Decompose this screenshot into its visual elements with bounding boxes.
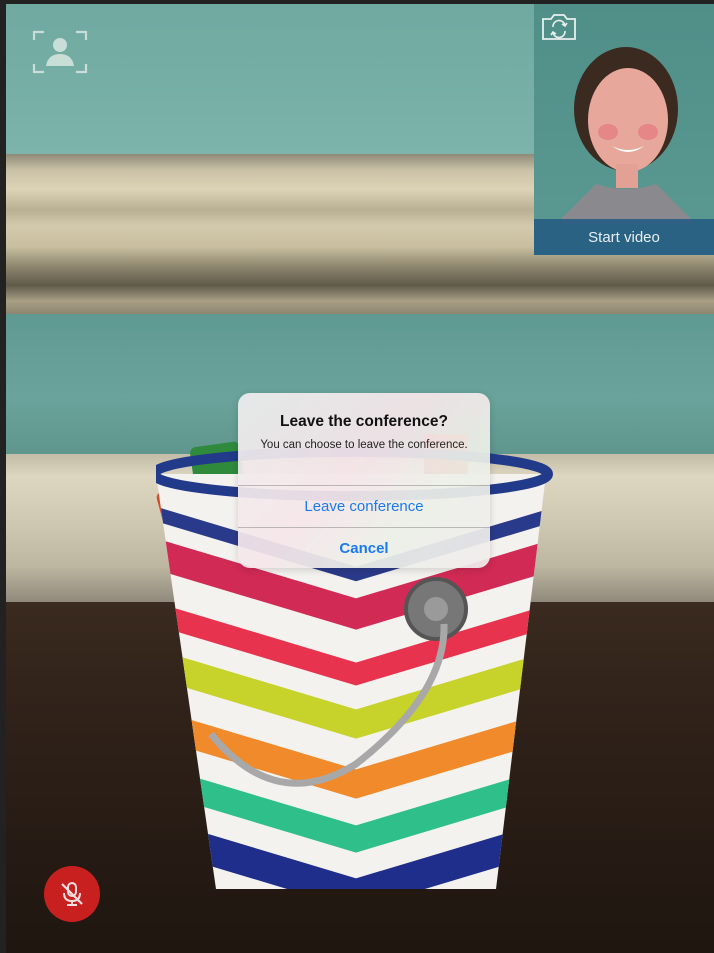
alert-body: Leave the conference? You can choose to … — [238, 393, 490, 485]
start-video-button[interactable]: Start video — [534, 219, 714, 255]
leave-conference-button[interactable]: Leave conference — [238, 485, 490, 527]
self-view-preview[interactable]: Start video — [534, 4, 714, 255]
mute-button[interactable] — [44, 866, 100, 922]
leave-conference-alert: Leave the conference? You can choose to … — [238, 393, 490, 568]
alert-message: You can choose to leave the conference. — [260, 439, 468, 451]
start-video-label: Start video — [588, 228, 660, 246]
alert-title: Leave the conference? — [280, 413, 448, 430]
microphone-muted-icon — [61, 882, 83, 906]
video-call-screen: Start video Leave the conference? You ca… — [6, 4, 714, 953]
camera-rotate-icon[interactable] — [540, 12, 578, 42]
self-view-person — [556, 47, 696, 224]
cancel-button[interactable]: Cancel — [238, 527, 490, 568]
speaker-view-icon[interactable] — [32, 30, 88, 74]
